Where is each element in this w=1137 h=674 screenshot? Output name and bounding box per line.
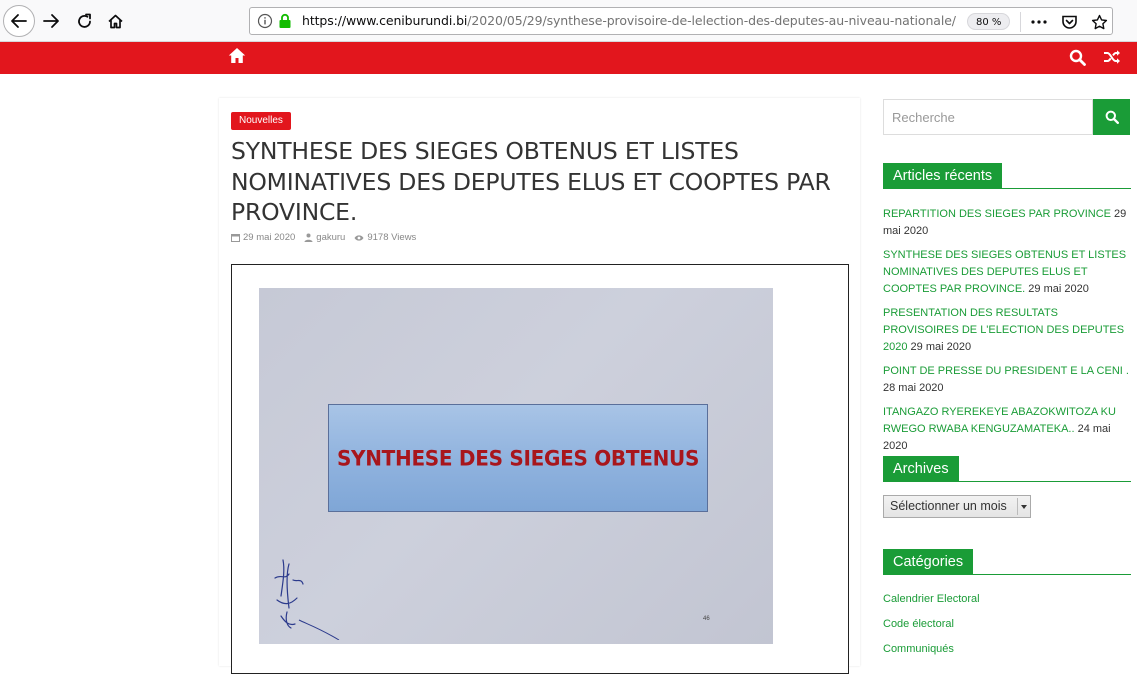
- eye-icon: [354, 234, 364, 241]
- random-post-button[interactable]: [1103, 49, 1121, 69]
- post-views-text: 9178 Views: [367, 232, 417, 243]
- forward-button[interactable]: [36, 6, 66, 36]
- info-icon[interactable]: [257, 13, 273, 29]
- article-image: SYNTHESE DES SIEGES OBTENUS 46: [231, 264, 849, 674]
- divider: [1017, 498, 1018, 515]
- page-actions: [1029, 12, 1109, 32]
- search-icon: [1105, 110, 1119, 124]
- archives-title: Archives: [883, 456, 959, 482]
- scanned-document: SYNTHESE DES SIEGES OBTENUS 46: [259, 288, 773, 644]
- home-button[interactable]: [100, 6, 130, 36]
- url-host: https://www.ceniburundi.bi: [302, 13, 468, 28]
- url-bar[interactable]: https://www.ceniburundi.bi/2020/05/29/sy…: [249, 7, 1113, 35]
- document-banner: SYNTHESE DES SIEGES OBTENUS: [328, 404, 708, 512]
- recent-post-date: 28 mai 2020: [883, 382, 944, 394]
- site-top-bar: [0, 42, 1137, 74]
- shuffle-icon: [1104, 50, 1120, 64]
- recent-post-link[interactable]: SYNTHESE DES SIEGES OBTENUS ET LISTES NO…: [883, 249, 1126, 295]
- site-search-button[interactable]: [1069, 49, 1086, 70]
- post-views: 9178 Views: [354, 232, 416, 243]
- category-link[interactable]: Calendrier Electoral: [883, 593, 980, 605]
- article: Nouvelles SYNTHESE DES SIEGES OBTENUS ET…: [219, 98, 860, 674]
- list-item: REPARTITION DES SIEGES PAR PROVINCE 29 m…: [883, 206, 1133, 240]
- home-icon: [107, 14, 123, 28]
- list-item: ITANGAZO RYEREKEYE ABAZOKWITOZA KU RWEGO…: [883, 404, 1133, 455]
- article-title: SYNTHESE DES SIEGES OBTENUS ET LISTES NO…: [231, 137, 831, 226]
- archives-month-select[interactable]: Sélectionner un mois: [883, 495, 1031, 518]
- sidebar-search-input[interactable]: [883, 99, 1093, 135]
- archives-select-value: Sélectionner un mois: [890, 499, 1007, 513]
- category-link[interactable]: Code électoral: [883, 618, 954, 630]
- zoom-indicator[interactable]: 80 %: [967, 13, 1011, 30]
- recent-posts-list: REPARTITION DES SIEGES PAR PROVINCE 29 m…: [883, 206, 1133, 462]
- list-item: SYNTHESE DES SIEGES OBTENUS ET LISTES NO…: [883, 247, 1133, 298]
- url-path: /2020/05/29/synthese-provisoire-de-lelec…: [467, 13, 956, 28]
- category-link[interactable]: Communiqués: [883, 643, 954, 655]
- chevron-down-icon: [1021, 505, 1027, 509]
- post-author-text: gakuru: [316, 232, 346, 243]
- bookmark-star-icon[interactable]: [1089, 12, 1109, 32]
- recent-post-date: 29 mai 2020: [1025, 283, 1089, 295]
- pocket-icon[interactable]: [1059, 12, 1079, 32]
- handwritten-signature: [274, 559, 340, 640]
- categories-title: Catégories: [883, 549, 974, 575]
- archives-header: Archives: [883, 456, 1131, 482]
- list-item: POINT DE PRESSE DU PRESIDENT E LA CENI .…: [883, 363, 1133, 397]
- reload-icon: [77, 13, 91, 28]
- site-home-link[interactable]: [228, 47, 246, 68]
- browser-toolbar: https://www.ceniburundi.bi/2020/05/29/sy…: [0, 0, 1137, 42]
- recent-post-link[interactable]: POINT DE PRESSE DU PRESIDENT E LA CENI .: [883, 365, 1129, 377]
- list-item: Code électoral: [883, 616, 980, 633]
- page-number: 46: [703, 616, 710, 622]
- category-badge[interactable]: Nouvelles: [231, 112, 291, 130]
- article-meta: 29 mai 2020 gakuru 9178 Views: [231, 232, 416, 243]
- post-date[interactable]: 29 mai 2020: [231, 232, 295, 243]
- url-text[interactable]: https://www.ceniburundi.bi/2020/05/29/sy…: [302, 13, 956, 28]
- list-item: Communiqués: [883, 641, 980, 658]
- user-icon: [304, 233, 313, 242]
- divider: [1020, 12, 1021, 32]
- recent-post-link[interactable]: REPARTITION DES SIEGES PAR PROVINCE: [883, 208, 1111, 220]
- home-icon: [228, 48, 246, 63]
- categories-list: Calendrier Electoral Code électoral Comm…: [883, 591, 980, 666]
- back-icon: [11, 14, 27, 28]
- sidebar-search-button[interactable]: [1093, 99, 1130, 135]
- reload-button[interactable]: [69, 6, 99, 36]
- calendar-icon: [231, 234, 240, 242]
- lock-icon[interactable]: [278, 13, 292, 29]
- post-author[interactable]: gakuru: [304, 232, 345, 243]
- recent-post-date: 29 mai 2020: [907, 341, 972, 353]
- search-icon: [1069, 49, 1086, 66]
- post-date-text: 29 mai 2020: [243, 232, 296, 243]
- list-item: Calendrier Electoral: [883, 591, 980, 608]
- forward-icon: [43, 14, 59, 28]
- categories-header: Catégories: [883, 549, 1131, 575]
- recent-posts-title: Articles récents: [883, 163, 1003, 189]
- recent-posts-header: Articles récents: [883, 163, 1131, 189]
- more-icon[interactable]: [1029, 12, 1049, 32]
- list-item: PRESENTATION DES RESULTATS PROVISOIRES D…: [883, 305, 1133, 356]
- document-banner-text: SYNTHESE DES SIEGES OBTENUS: [336, 445, 700, 471]
- back-button[interactable]: [3, 5, 35, 37]
